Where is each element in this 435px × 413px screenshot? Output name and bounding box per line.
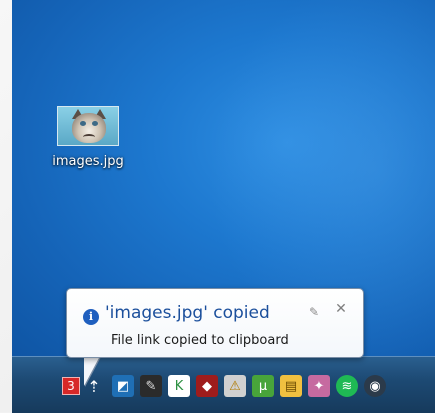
- image-thumbnail-icon: [57, 106, 119, 146]
- tray-spotify-icon[interactable]: ≋: [336, 375, 358, 397]
- notification-count-badge[interactable]: 3: [62, 377, 80, 395]
- info-icon: i: [83, 309, 99, 325]
- close-icon[interactable]: ✕: [333, 301, 349, 317]
- notification-title: 'images.jpg' copied: [105, 303, 270, 323]
- notification-message: File link copied to clipboard: [111, 333, 289, 348]
- cat-eye-right: [92, 121, 98, 126]
- system-tray: 3 ⇡ ◩ ✎ K ◆ ⚠ µ ▤ ✦ ≋ ◉: [62, 371, 392, 401]
- cat-mouth: [83, 134, 95, 140]
- wrench-icon[interactable]: ✎: [309, 305, 323, 319]
- tray-red-diamond-icon[interactable]: ◆: [196, 375, 218, 397]
- notification-balloon[interactable]: i 'images.jpg' copied ✎ ✕ File link copi…: [66, 288, 364, 358]
- tray-utorrent-icon[interactable]: µ: [252, 375, 274, 397]
- desktop-file-icon[interactable]: images.jpg: [42, 106, 134, 169]
- tray-app-blue-icon[interactable]: ◩: [112, 375, 134, 397]
- tray-yellow-folder-icon[interactable]: ▤: [280, 375, 302, 397]
- taskbar: 3 ⇡ ◩ ✎ K ◆ ⚠ µ ▤ ✦ ≋ ◉: [12, 356, 435, 413]
- tray-steam-icon[interactable]: ◉: [364, 375, 386, 397]
- tray-warning-icon[interactable]: ⚠: [224, 375, 246, 397]
- tray-kaspersky-icon[interactable]: K: [168, 375, 190, 397]
- tray-pink-icon[interactable]: ✦: [308, 375, 330, 397]
- desktop-file-label: images.jpg: [52, 154, 124, 169]
- balloon-tail: [84, 356, 100, 386]
- cat-eye-left: [80, 121, 86, 126]
- screen-frame: images.jpg 3 ⇡ ◩ ✎ K ◆ ⚠ µ ▤ ✦ ≋ ◉ i 'im…: [0, 0, 435, 413]
- tray-app-white-icon[interactable]: ✎: [140, 375, 162, 397]
